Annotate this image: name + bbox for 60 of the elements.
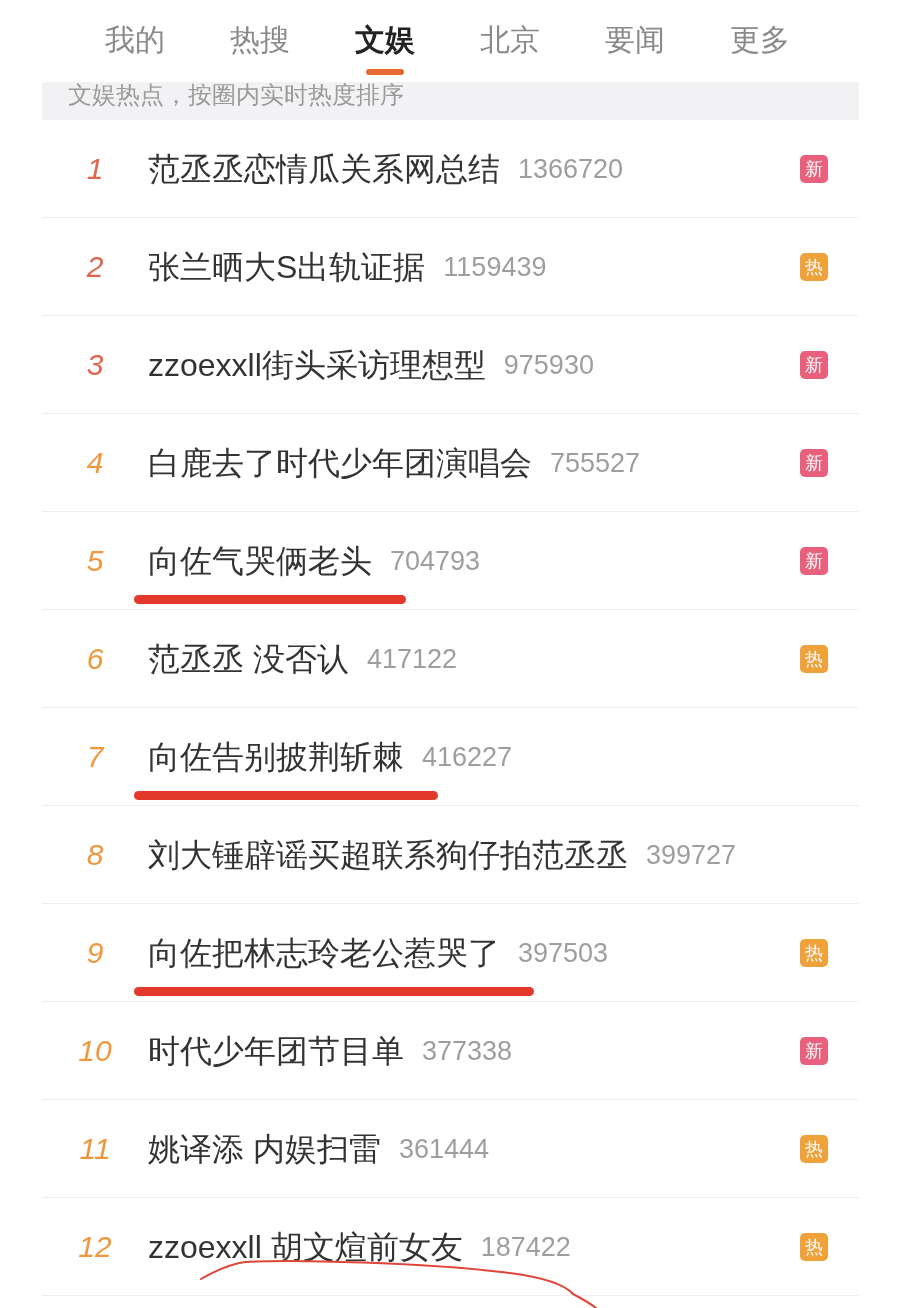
list-subtitle: 文娱热点，按圈内实时热度排序 (42, 82, 859, 120)
trending-item[interactable]: 10 时代少年团节目单 377338 新 (42, 1002, 859, 1100)
trending-item[interactable]: 7 向佐告别披荆斩棘 416227 (42, 708, 859, 806)
topic-title: 向佐把林志玲老公惹哭了 (148, 933, 500, 973)
heat-count: 361444 (398, 1132, 489, 1166)
heat-count: 377338 (422, 1034, 513, 1068)
topic-tag: 热 (800, 644, 828, 673)
topic-tag: 热 (800, 252, 828, 281)
topic-tag: 新 (800, 350, 828, 379)
topic-title: 白鹿去了时代少年团演唱会 (148, 443, 532, 483)
rank-number: 8 (86, 836, 104, 873)
topic-title: zzoexxll 胡文煊前女友 (148, 1227, 463, 1267)
rank-number: 6 (86, 640, 104, 677)
heat-count: 704793 (390, 544, 481, 578)
trending-item[interactable]: 4 白鹿去了时代少年团演唱会 755527 新 (42, 414, 859, 512)
rank-number: 2 (86, 248, 104, 285)
heat-count: 975930 (503, 348, 594, 382)
topic-title: 范丞丞 没否认 (148, 639, 349, 679)
trending-item[interactable]: 8 刘大锤辟谣买超联系狗仔拍范丞丞 399727 (42, 806, 859, 904)
topic-tag: 新 (800, 1036, 828, 1065)
heat-count: 1159439 (443, 250, 547, 284)
trending-item[interactable]: 6 范丞丞 没否认 417122 热 (42, 610, 859, 708)
topic-title: 向佐告别披荆斩棘 (148, 737, 404, 777)
trending-item[interactable]: 1 范丞丞恋情瓜关系网总结 1366720 新 (42, 120, 859, 218)
heat-count: 399727 (646, 838, 737, 872)
heat-count: 187422 (480, 1230, 571, 1264)
rank-number: 7 (86, 738, 104, 775)
topic-tag: 热 (800, 1232, 828, 1261)
topic-title: zzoexxll街头采访理想型 (148, 345, 486, 385)
trending-item[interactable]: 12 zzoexxll 胡文煊前女友 187422 热 (42, 1198, 859, 1296)
rank-number: 12 (78, 1228, 112, 1265)
trending-item[interactable]: 9 向佐把林志玲老公惹哭了 397503 热 (42, 904, 859, 1002)
topic-tag: 热 (800, 938, 828, 967)
topic-tag: 新 (800, 546, 828, 575)
heat-count: 755527 (550, 446, 641, 480)
rank-number: 9 (86, 934, 104, 971)
rank-number: 3 (86, 346, 104, 383)
topic-tag: 新 (800, 448, 828, 477)
topic-tag: 新 (800, 154, 828, 183)
tab[interactable]: 文娱 (355, 0, 415, 82)
heat-count: 416227 (422, 740, 513, 774)
trending-item[interactable]: 3 zzoexxll街头采访理想型 975930 新 (42, 316, 859, 414)
topic-title: 刘大锤辟谣买超联系狗仔拍范丞丞 (148, 835, 628, 875)
heat-count: 1366720 (518, 152, 624, 186)
topic-title: 姚译添 内娱扫雷 (148, 1129, 381, 1169)
rank-number: 5 (86, 542, 104, 579)
trending-item[interactable]: 11 姚译添 内娱扫雷 361444 热 (42, 1100, 859, 1198)
topic-title: 时代少年团节目单 (148, 1031, 404, 1071)
heat-count: 397503 (518, 936, 609, 970)
rank-number: 4 (86, 444, 104, 481)
topic-title: 向佐气哭俩老头 (148, 541, 372, 581)
trending-item[interactable]: 5 向佐气哭俩老头 704793 新 (42, 512, 859, 610)
topic-title: 范丞丞恋情瓜关系网总结 (148, 149, 500, 189)
heat-count: 417122 (366, 642, 457, 676)
trending-item[interactable]: 2 张兰晒大S出轨证据 1159439 热 (42, 218, 859, 316)
rank-number: 10 (78, 1032, 112, 1069)
rank-number: 1 (86, 150, 104, 187)
rank-number: 11 (79, 1130, 111, 1167)
topic-title: 张兰晒大S出轨证据 (148, 247, 426, 287)
topic-tag: 热 (800, 1134, 828, 1163)
